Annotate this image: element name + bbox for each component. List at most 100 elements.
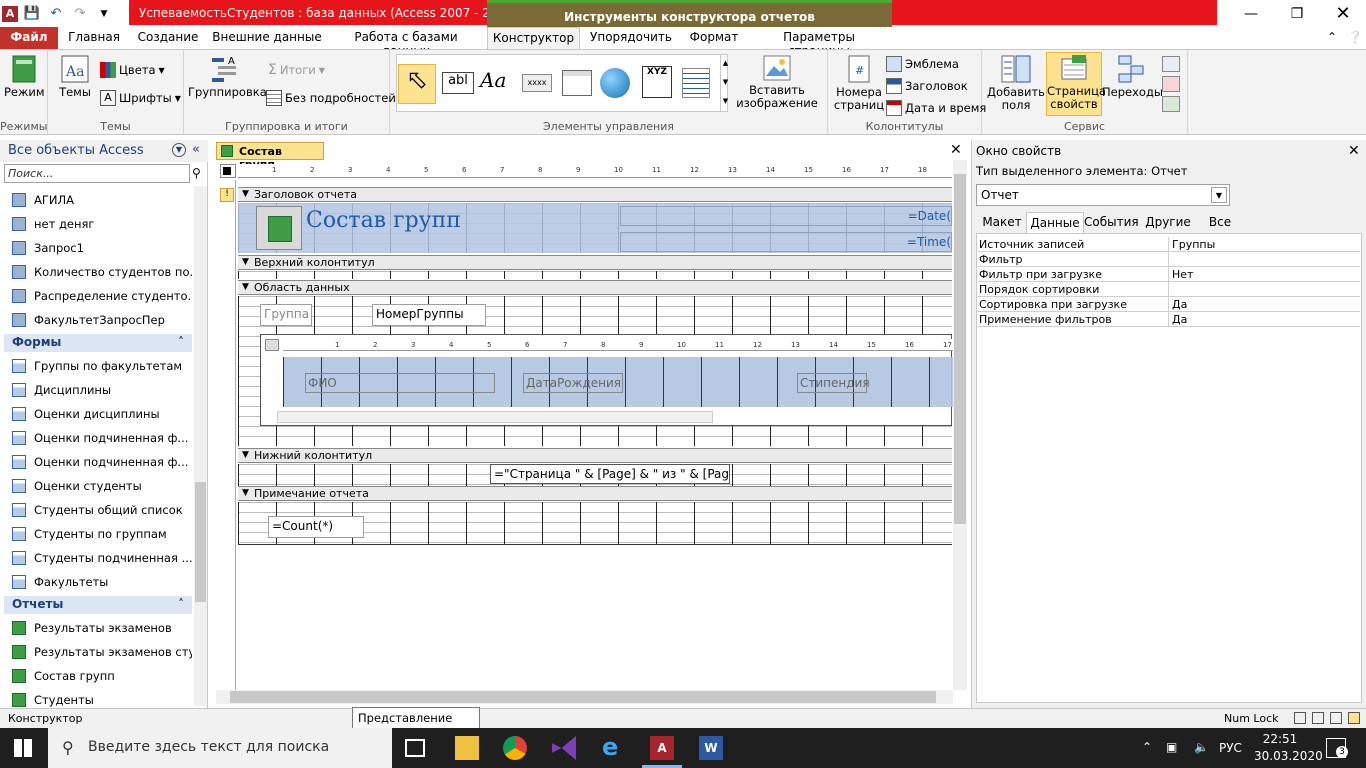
select-pointer-icon[interactable]: ⬁ — [398, 64, 436, 104]
visual-studio-icon[interactable] — [552, 736, 576, 760]
nav-scrollbar[interactable] — [194, 186, 207, 706]
section-page-footer[interactable]: ▼ Нижний колонтитул — [238, 448, 952, 463]
design-view-icon[interactable] — [1348, 712, 1360, 724]
subfield-fio[interactable]: ФИО — [305, 373, 495, 393]
nav-header[interactable]: Все объекты Access ▼ « — [0, 140, 208, 162]
close-property-sheet-icon[interactable]: ✕ — [1348, 143, 1360, 159]
gallery-scroll-icon[interactable]: ▲ ▼ ▼ — [720, 54, 730, 112]
count-expression[interactable]: =Count(*) — [268, 516, 364, 538]
access-taskbar-icon[interactable]: A — [650, 736, 674, 760]
chevron-up-icon[interactable]: ⌃ — [1142, 740, 1152, 754]
chevron-down-icon[interactable]: ▼ — [1211, 187, 1227, 203]
subreport-hscroll[interactable] — [277, 411, 713, 423]
minimize-button[interactable]: — — [1228, 0, 1274, 27]
property-value[interactable]: Нет — [1172, 268, 1358, 281]
label-control-icon[interactable]: Aa — [480, 68, 514, 98]
colors-button[interactable]: Цвета ▼ — [100, 62, 165, 78]
totals-button[interactable]: Σ Итоги ▼ — [268, 62, 325, 78]
nav-form-item[interactable]: Студенты общий список — [0, 498, 192, 522]
vertical-ruler[interactable] — [220, 180, 236, 700]
no-details-button[interactable]: Без подробностей — [266, 90, 396, 106]
code-icon[interactable] — [1162, 56, 1180, 72]
clock-date[interactable]: 30.03.2020 — [1254, 749, 1323, 763]
nav-form-item[interactable]: Оценки дисциплины — [0, 402, 192, 426]
restore-button[interactable]: ❐ — [1274, 0, 1320, 27]
file-explorer-icon[interactable] — [455, 736, 479, 760]
nav-search-input[interactable]: Поиск... — [4, 164, 190, 183]
page-numbers-button[interactable]: # Номера страниц — [832, 54, 886, 112]
vscroll-thumb[interactable] — [954, 174, 966, 524]
undo-icon[interactable]: ↶ — [46, 4, 66, 24]
date-textbox[interactable]: =Date( — [620, 206, 952, 226]
property-value[interactable]: Группы — [1172, 238, 1358, 251]
button-control-icon[interactable]: xxxx — [522, 74, 552, 92]
hyperlink-control-icon[interactable] — [600, 68, 630, 98]
logo-button[interactable]: Эмблема — [886, 56, 959, 72]
nav-section-forms[interactable]: Формы ˄ — [4, 334, 192, 352]
property-row[interactable]: Применение фильтров Да — [978, 312, 1360, 327]
property-row[interactable]: Источник записей Группы — [978, 237, 1360, 252]
group-label[interactable]: Группа — [260, 304, 312, 326]
tab-format[interactable]: Формат — [684, 27, 744, 49]
report-logo[interactable] — [256, 206, 302, 250]
report-view-icon[interactable] — [1294, 712, 1306, 724]
time-textbox[interactable]: =Time( — [620, 232, 952, 252]
section-report-footer[interactable]: ▼ Примечание отчета — [238, 486, 952, 501]
document-vscroll[interactable] — [953, 160, 967, 690]
property-tab[interactable]: Данные — [1026, 212, 1084, 233]
close-document-icon[interactable]: ✕ — [950, 142, 962, 158]
view-button[interactable]: Режим — [4, 54, 45, 99]
themes-button[interactable]: Aa Темы — [56, 54, 94, 99]
hscroll-thumb[interactable] — [230, 691, 936, 703]
tab-external-data[interactable]: Внешние данные — [212, 27, 322, 49]
property-row[interactable]: Сортировка при загрузке Да — [978, 297, 1360, 312]
save-icon[interactable]: 💾 — [22, 4, 42, 24]
document-tab[interactable]: Состав групп — [216, 142, 324, 171]
navigation-control-icon[interactable] — [682, 68, 710, 98]
nav-report-item[interactable]: Состав групп — [0, 664, 192, 688]
tab-control-icon[interactable] — [562, 70, 592, 96]
transitions-button[interactable]: Переходы — [1102, 54, 1163, 99]
horizontal-ruler[interactable]: 1 2 3 4 5 6 7 8 9 10 11 12 13 14 15 16 17 18 — [238, 164, 952, 178]
textbox-control-icon[interactable]: abl — [442, 72, 474, 94]
tab-home[interactable]: Главная — [66, 27, 122, 49]
group-number-field[interactable]: НомерГруппы — [372, 304, 486, 326]
nav-query-item[interactable]: нет деняг — [0, 212, 192, 236]
tab-file[interactable]: Файл — [0, 27, 58, 49]
redo-icon[interactable]: ↷ — [70, 4, 90, 24]
tab-database-tools[interactable]: Работа с базами данных — [332, 27, 480, 58]
nav-report-item[interactable]: Результаты экзаменов сту... — [0, 640, 192, 664]
date-time-button[interactable]: Дата и время — [886, 100, 986, 116]
property-tab[interactable]: Макет — [978, 212, 1026, 233]
grouping-button[interactable]: A Группировка — [188, 54, 267, 99]
property-tab[interactable]: Другие — [1138, 212, 1198, 233]
minimize-ribbon-icon[interactable]: ⌃ — [1322, 27, 1342, 49]
nav-query-item[interactable]: Запрос1 — [0, 236, 192, 260]
clock-time[interactable]: 22:51 — [1254, 732, 1306, 746]
insert-image-button[interactable]: Вставить изображение — [736, 54, 818, 110]
subfield-stipend[interactable]: Стипендия — [797, 373, 870, 393]
start-icon[interactable] — [14, 739, 32, 757]
nav-form-item[interactable]: Оценки подчиненная ф... — [0, 426, 192, 450]
collapse-pane-icon[interactable]: « — [192, 142, 200, 157]
nav-form-item[interactable]: Студенты по группам — [0, 522, 192, 546]
nav-scroll-thumb[interactable] — [195, 482, 206, 602]
page-number-expression[interactable]: ="Страница " & [Page] & " из " & [Pages — [490, 464, 730, 484]
chrome-icon[interactable] — [503, 736, 527, 760]
report-title-label[interactable]: Состав групп — [306, 208, 526, 238]
property-sheet-button[interactable]: Страница свойств — [1046, 52, 1106, 116]
property-value[interactable]: Да — [1172, 313, 1358, 326]
nav-form-item[interactable]: Дисциплины — [0, 378, 192, 402]
add-fields-button[interactable]: Добавить поля — [986, 54, 1046, 112]
chevron-down-icon[interactable]: ▼ — [172, 143, 186, 157]
nav-query-item[interactable]: АГИЛА — [0, 188, 192, 212]
section-page-header[interactable]: ▼ Верхний колонтитул — [238, 255, 952, 270]
nav-query-item[interactable]: Количество студентов по... — [0, 260, 192, 284]
input-language[interactable]: РУС — [1219, 741, 1242, 755]
property-tab[interactable]: События — [1084, 212, 1139, 233]
tab-create[interactable]: Создание — [134, 27, 202, 49]
fonts-button[interactable]: A Шрифты ▼ — [100, 90, 181, 106]
nav-form-item[interactable]: Студенты подчиненная ... — [0, 546, 192, 570]
task-view-icon[interactable] — [405, 739, 425, 757]
property-row[interactable]: Порядок сортировки — [978, 282, 1360, 297]
